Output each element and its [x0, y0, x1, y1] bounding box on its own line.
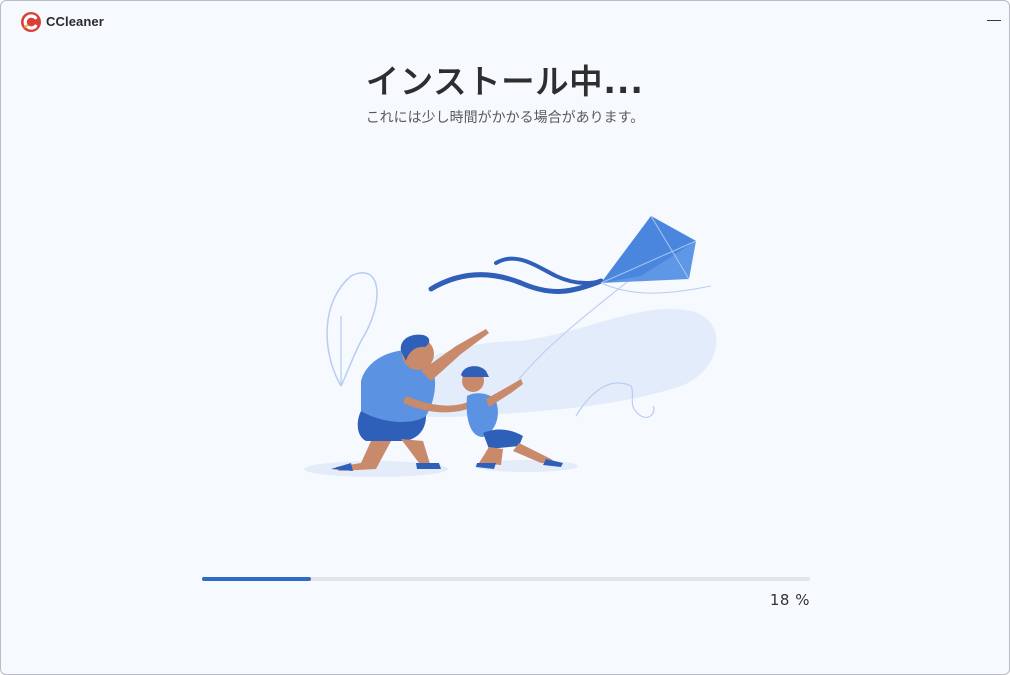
kite-flying-illustration: [304, 215, 717, 477]
progress-percent-label: 18 %: [769, 591, 810, 609]
page-title: インストール中...: [366, 62, 644, 101]
title-bar[interactable]: CCleaner: [1, 1, 1009, 41]
page-subtitle: これには少し時間がかかる場合があります。: [365, 110, 645, 126]
minimize-icon: [987, 20, 1001, 21]
installer-window: CCleaner インストール中... これには少し時間がかかる場合があります。: [0, 0, 1010, 675]
progress-bar-fill: [202, 577, 312, 581]
app-name: CCleaner: [46, 14, 104, 29]
minimize-button[interactable]: [979, 7, 1009, 35]
progress-bar: [202, 577, 810, 581]
ccleaner-logo-icon: [21, 12, 41, 32]
